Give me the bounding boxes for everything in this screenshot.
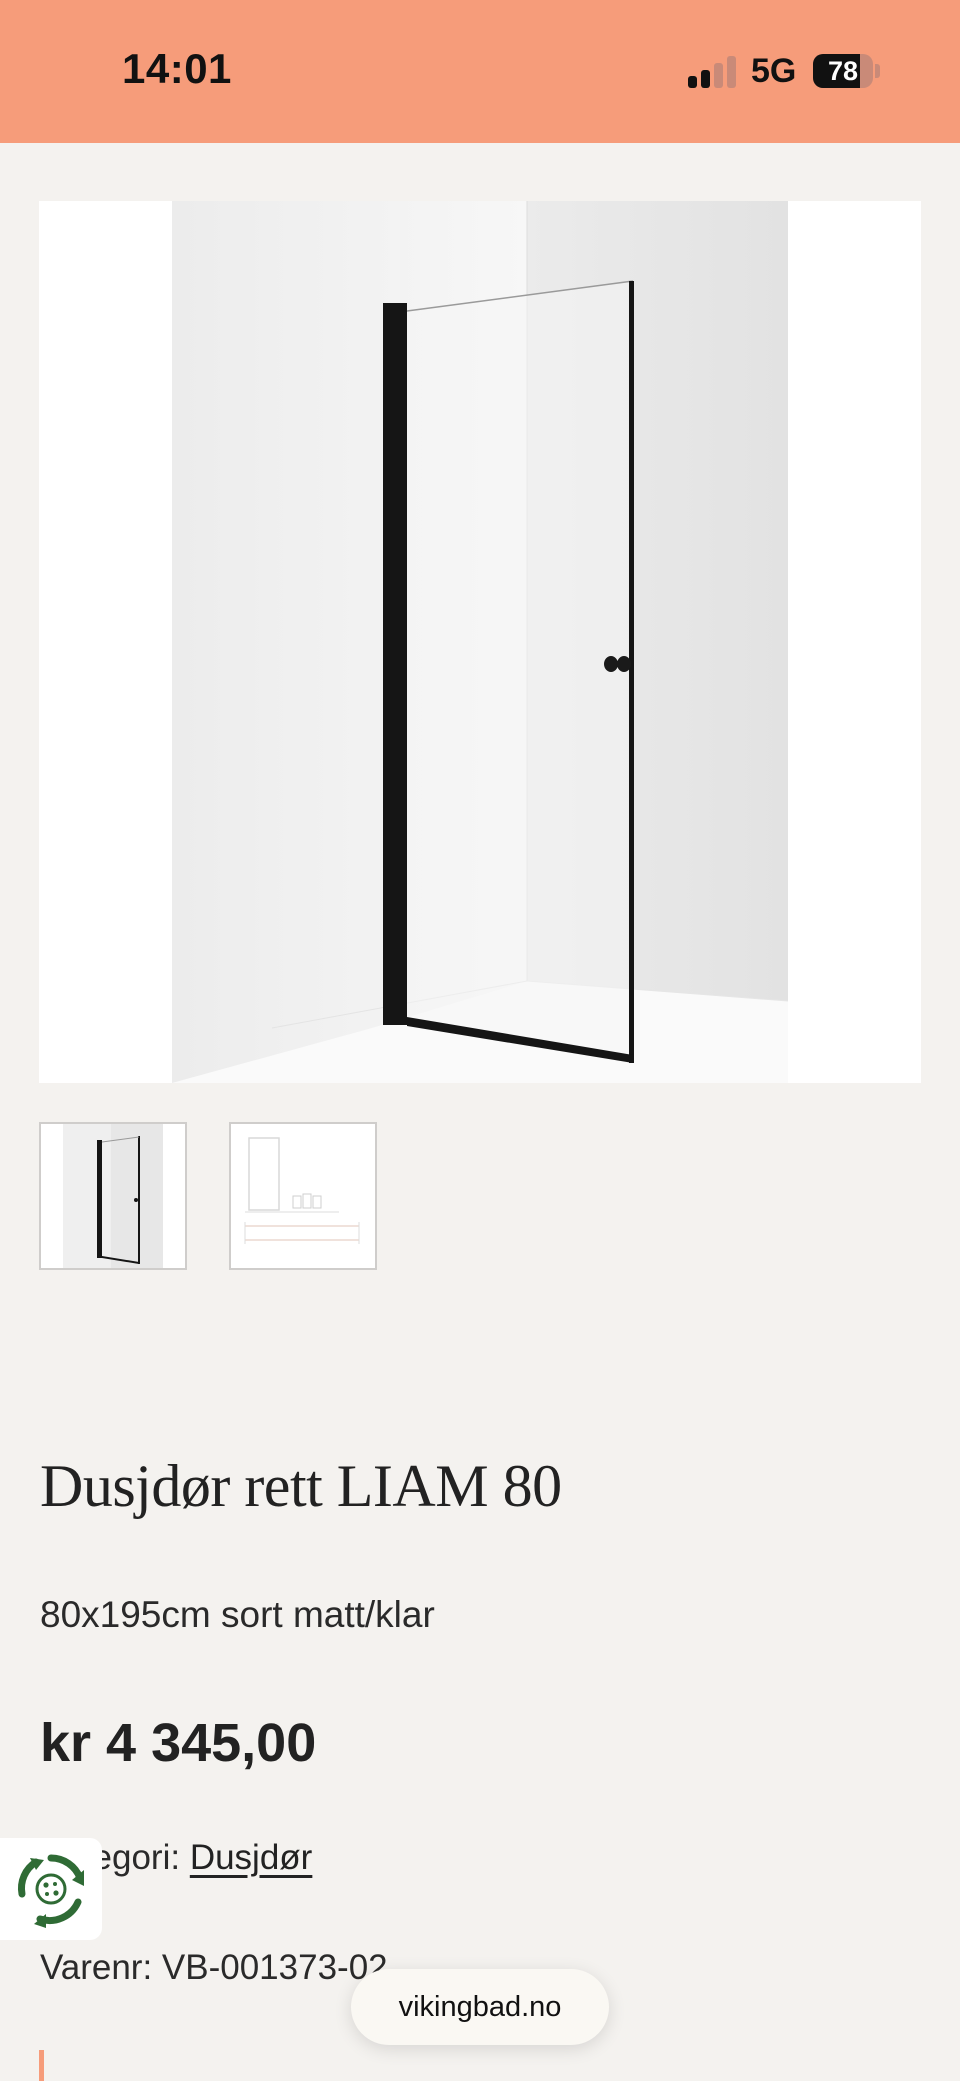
product-price: kr 4 345,00 [40, 1713, 317, 1773]
product-subtitle: 80x195cm sort matt/klar [40, 1594, 435, 1635]
status-bar: 14:01 5G 78 [0, 0, 960, 143]
category-link[interactable]: Dusjdør [190, 1838, 313, 1877]
browser-url-bar[interactable]: vikingbad.no [351, 1969, 609, 2045]
thumbnail-1[interactable] [39, 1122, 187, 1270]
battery-icon: 78 [813, 54, 873, 88]
cookie-consent-button[interactable] [0, 1838, 102, 1940]
status-time: 14:01 [122, 45, 232, 92]
cookie-consent-icon [17, 1854, 84, 1928]
product-main-image[interactable] [39, 201, 921, 1083]
technical-drawing-thumbnail-icon [244, 1137, 360, 1244]
accent-bar [39, 2050, 44, 2081]
signal-strength-icon [688, 56, 738, 88]
thumbnail-2[interactable] [229, 1122, 377, 1270]
product-title: Dusjdør rett LIAM 80 [40, 1453, 562, 1519]
shower-door-photo-icon [172, 201, 789, 1083]
network-type: 5G [751, 52, 797, 90]
battery-level: 78 [827, 56, 859, 86]
shower-door-thumbnail-icon [63, 1124, 163, 1268]
battery-cap [875, 64, 880, 78]
product-sku: Varenr: VB-001373-02 [40, 1948, 388, 1987]
